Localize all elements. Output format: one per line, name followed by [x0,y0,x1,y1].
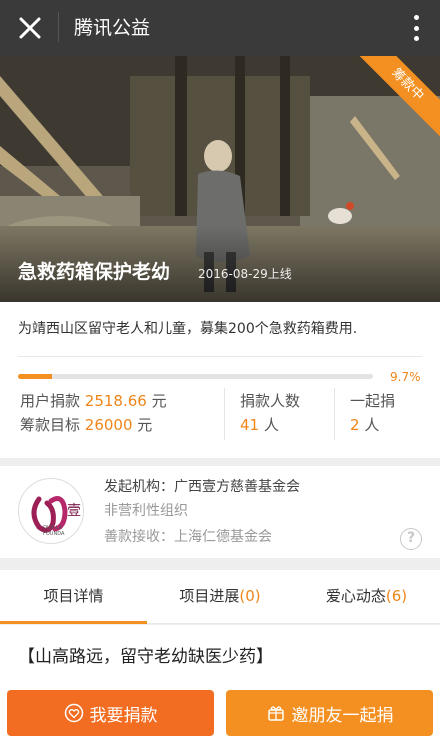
org-initiator: 发起机构：广西壹方慈善基金会 [104,479,300,495]
progress-fill [18,374,53,379]
tab-label: 爱心动态 [325,587,386,605]
active-tab-indicator [0,621,147,624]
donated-label: 用户捐款 [20,392,81,410]
tab-project-progress[interactable]: 项目进展(0) [147,570,293,624]
target-value: 26000 [84,416,133,434]
donors-unit: 人 [263,416,279,434]
top-bar: 腾讯公益 [0,0,440,56]
help-icon[interactable]: ? [400,528,422,550]
donors-label: 捐款人数 [240,392,301,410]
content-heading: 【山高路远，留守老幼缺医少药】 [18,647,273,667]
tab-label: 项目进展 [179,587,240,605]
progress-percent: 9.7% [390,370,421,384]
project-description: 为靖西山区留守老人和儿童，募集200个急救药箱费用. [18,321,358,337]
tab-love-updates[interactable]: 爱心动态(6) [293,570,440,624]
project-tabs: 项目详情 项目进展(0) 爱心动态(6) [0,570,440,624]
tab-label: 项目详情 [43,587,104,605]
target-stat: 筹款目标 26000 元 [20,412,152,438]
together-count: 2 人 [350,412,379,438]
donated-value: 2518.66 [84,392,147,410]
donors-count: 41 人 [240,412,279,438]
divider [18,356,422,357]
svg-text:FOUNDA: FOUNDA [43,531,65,537]
organization-card[interactable]: 壹 OUR-LA FOUNDA 发起机构：广西壹方慈善基金会 非营利性组织 善款… [0,466,440,558]
heart-icon [64,703,84,723]
donated-stat: 用户捐款 2518.66 元 [20,388,167,414]
org-type: 非营利性组织 [104,503,188,519]
target-unit: 元 [137,416,153,434]
donate-button[interactable]: 我要捐款 [7,690,214,736]
progress-bar [18,374,373,379]
svg-text:壹: 壹 [67,503,81,519]
donated-unit: 元 [151,392,167,410]
project-date: 2016-08-29上线 [198,267,292,281]
more-vertical-icon[interactable] [410,12,422,44]
target-label: 筹款目标 [20,416,81,434]
donors-value: 41 [240,416,260,434]
tab-project-details[interactable]: 项目详情 [0,570,147,624]
divider [334,388,335,440]
tab-count: (6) [385,587,408,605]
page-title: 腾讯公益 [74,17,151,39]
together-value: 2 [350,416,360,434]
org-receiver: 善款接收：上海仁德基金会 [104,529,272,545]
gift-icon [266,703,286,723]
project-summary: 为靖西山区留守老人和儿童，募集200个急救药箱费用. 9.7% 用户捐款 251… [0,302,440,458]
tab-count: (0) [239,587,261,605]
close-icon[interactable] [14,12,46,44]
topbar-divider [58,12,59,42]
together-unit: 人 [364,416,380,434]
invite-friends-button[interactable]: 邀朋友一起捐 [226,690,433,736]
invite-label: 邀朋友一起捐 [291,705,394,726]
project-title: 急救药箱保护老幼 [18,261,171,283]
together-label: 一起捐 [350,392,396,410]
donate-label: 我要捐款 [89,705,158,726]
divider [224,388,225,440]
organization-logo: 壹 OUR-LA FOUNDA [18,478,84,544]
